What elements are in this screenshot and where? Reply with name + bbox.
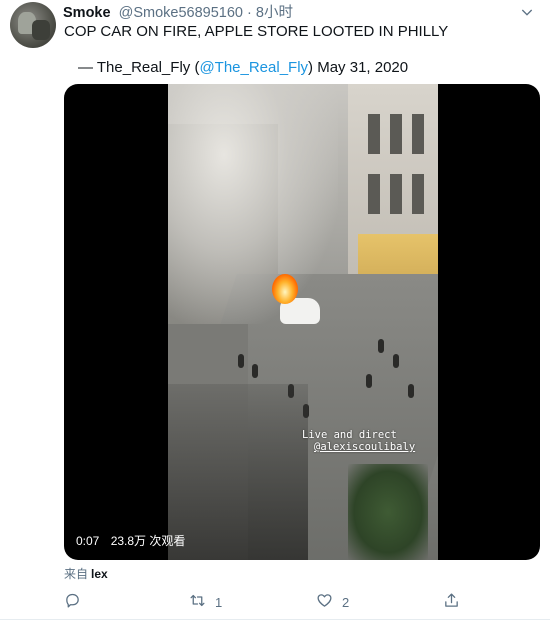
reply-icon[interactable]: [64, 592, 81, 612]
like-count: 2: [342, 594, 350, 610]
retweet-icon[interactable]: [189, 592, 206, 612]
retweet-count: 1: [215, 594, 223, 610]
action-bar: 1 2: [64, 592, 464, 612]
share-icon[interactable]: [443, 592, 460, 612]
source-app[interactable]: lex: [91, 567, 108, 581]
like-button[interactable]: 2: [316, 592, 349, 612]
video-views: 23.8万 次观看: [110, 534, 186, 548]
video-frame[interactable]: Live and direct @alexiscoulibaly: [168, 84, 438, 560]
overlay-line-2: @alexiscoulibaly: [314, 441, 416, 453]
attribution-author: — The_Real_Fly (: [78, 59, 200, 76]
chevron-down-icon[interactable]: [518, 4, 536, 20]
tweet-source: 来自 lex: [64, 567, 108, 582]
attribution-close: ): [308, 59, 314, 76]
attribution-mention[interactable]: @The_Real_Fly: [199, 59, 308, 76]
tweet-text: COP CAR ON FIRE, APPLE STORE LOOTED IN P…: [64, 23, 449, 40]
tweet[interactable]: Smoke @Smoke56895160 · 8小时 COP CAR ON FI…: [0, 0, 550, 620]
tweet-header: Smoke @Smoke56895160 · 8小时: [63, 4, 293, 22]
attribution: — The_Real_Fly (@The_Real_Fly) May 31, 2…: [78, 58, 408, 77]
video-player[interactable]: Live and direct @alexiscoulibaly 0:07 23…: [64, 84, 540, 560]
video-duration: 0:07: [76, 534, 100, 548]
overlay-line-1: Live and direct: [302, 429, 397, 441]
share-button[interactable]: [443, 592, 460, 612]
reply-button[interactable]: [64, 592, 81, 612]
separator-dot: ·: [247, 5, 252, 21]
avatar[interactable]: [10, 2, 56, 48]
tweet-time[interactable]: 8小时: [256, 5, 293, 21]
attribution-date[interactable]: May 31, 2020: [317, 59, 408, 76]
author-handle[interactable]: @Smoke56895160: [119, 5, 243, 21]
retweet-button[interactable]: 1: [189, 592, 222, 612]
video-overlay-caption: Live and direct @alexiscoulibaly: [302, 429, 415, 453]
author-name[interactable]: Smoke: [63, 5, 111, 21]
video-stats: 0:07 23.8万 次观看: [76, 534, 185, 548]
heart-icon[interactable]: [316, 592, 333, 612]
source-prefix: 来自: [64, 567, 89, 581]
